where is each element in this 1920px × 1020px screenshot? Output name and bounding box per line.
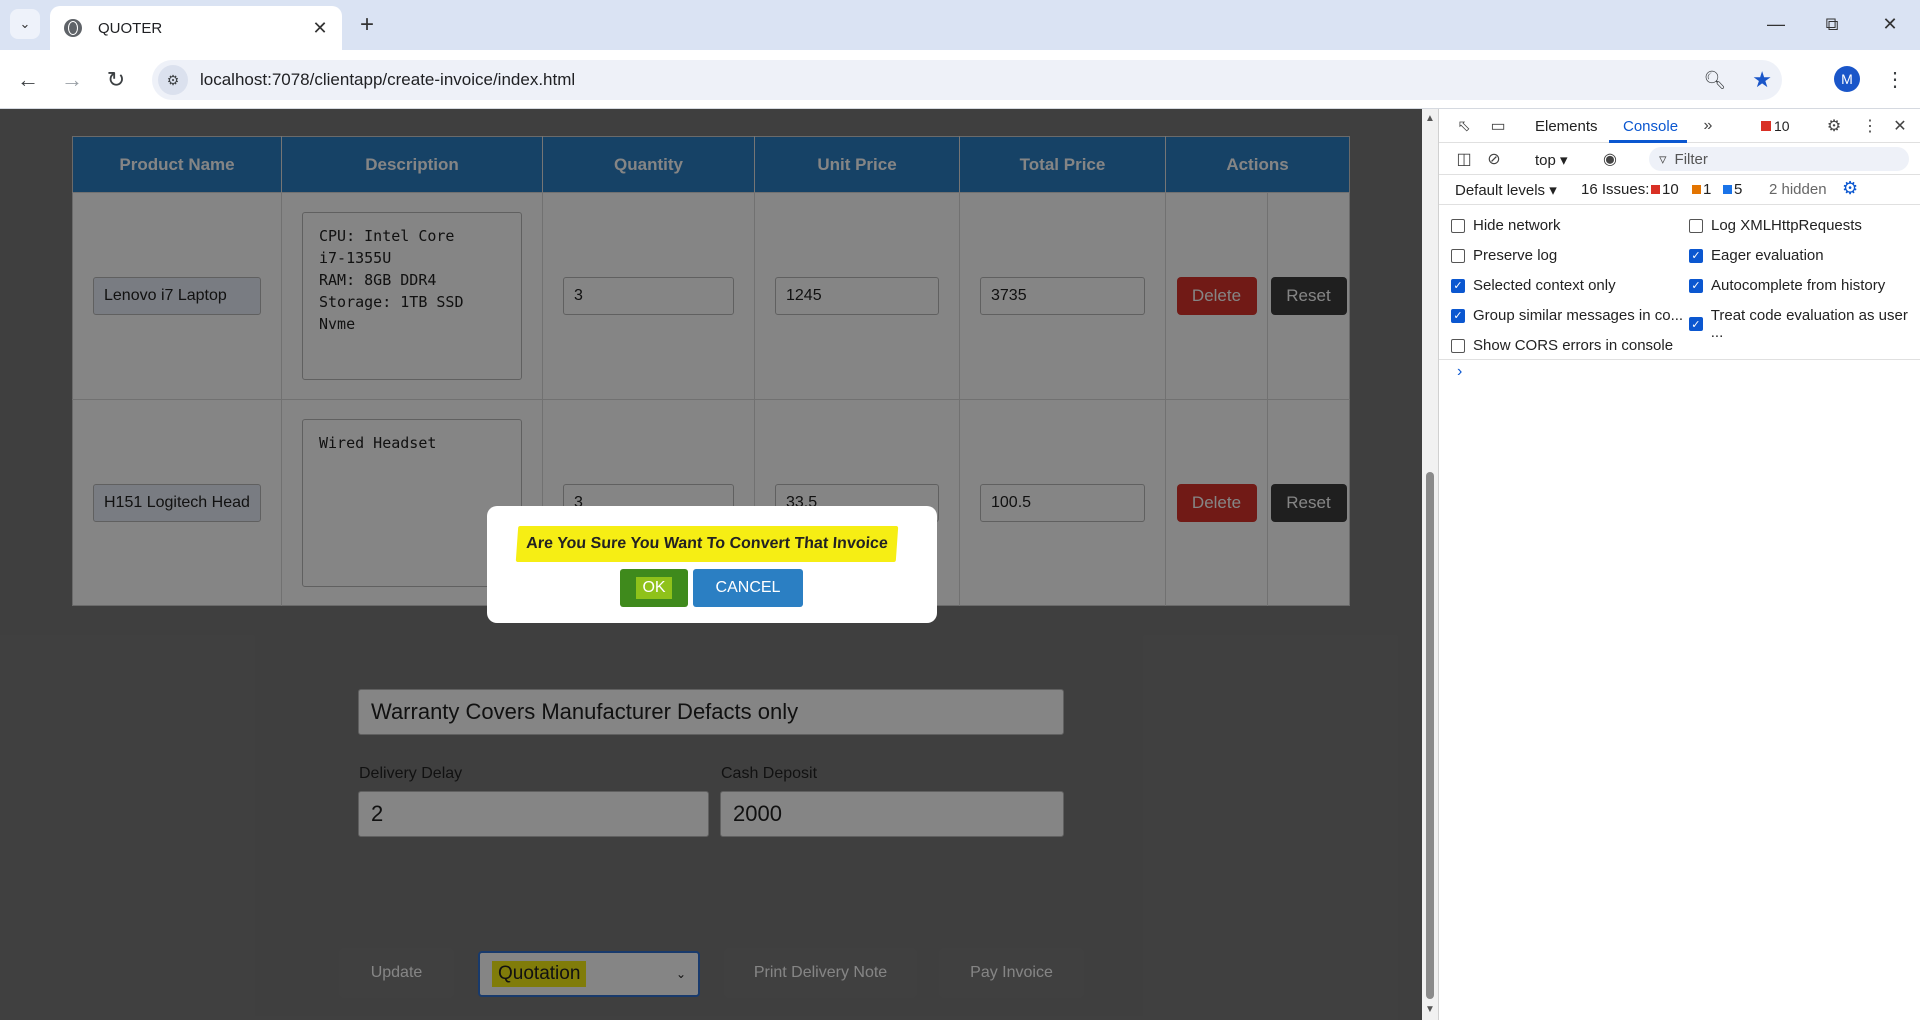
tab-elements[interactable]: Elements bbox=[1535, 118, 1598, 135]
setting-label: Hide network bbox=[1473, 217, 1561, 234]
settings-gear-icon[interactable]: ⚙ bbox=[1823, 115, 1845, 137]
checkbox-unchecked-icon[interactable] bbox=[1451, 218, 1465, 233]
context-value: top bbox=[1535, 152, 1556, 169]
devtools-menu-kebab-icon[interactable]: ⋮ bbox=[1859, 115, 1881, 137]
url-text[interactable]: localhost:7078/clientapp/create-invoice/… bbox=[200, 70, 1703, 90]
checkbox-checked-icon[interactable]: ✓ bbox=[1451, 278, 1465, 293]
checkbox-checked-icon[interactable]: ✓ bbox=[1451, 308, 1465, 323]
new-tab-plus-icon[interactable]: + bbox=[352, 10, 382, 40]
left-setting-4[interactable]: Show CORS errors in console bbox=[1451, 337, 1673, 354]
page-scrollbar[interactable]: ▲ ▼ bbox=[1422, 109, 1438, 1020]
checkbox-unchecked-icon[interactable] bbox=[1451, 338, 1465, 353]
device-toolbar-icon[interactable]: ▭ bbox=[1487, 115, 1509, 137]
browser-tab-strip: ⌄ QUOTER ✕ + — ⧉ ✕ bbox=[0, 0, 1920, 50]
ok-label: OK bbox=[636, 577, 672, 599]
console-prompt-chevron-icon[interactable]: › bbox=[1457, 363, 1462, 381]
left-setting-0[interactable]: Hide network bbox=[1451, 217, 1561, 234]
confirm-dialog: Are You Sure You Want To Convert That In… bbox=[487, 506, 937, 623]
setting-label: Preserve log bbox=[1473, 247, 1558, 264]
cancel-button[interactable]: CANCEL bbox=[693, 569, 803, 607]
right-setting-1[interactable]: ✓ Eager evaluation bbox=[1689, 247, 1824, 264]
checkbox-unchecked-icon[interactable] bbox=[1451, 248, 1465, 263]
log-levels-value: Default levels bbox=[1455, 182, 1546, 199]
checkbox-checked-icon[interactable]: ✓ bbox=[1689, 317, 1703, 331]
tab-console[interactable]: Console bbox=[1623, 118, 1678, 135]
issues-errors[interactable]: 10 bbox=[1651, 181, 1679, 198]
scroll-up-arrow-icon[interactable]: ▲ bbox=[1425, 113, 1435, 124]
devtools-panel: ⬁ ▭ Elements Console » 10 ⚙ ⋮ ✕ ◫ ⊘ top … bbox=[1438, 109, 1920, 1020]
browser-tab[interactable]: QUOTER ✕ bbox=[50, 6, 342, 50]
browser-toolbar: ← → ↻ ⚙ localhost:7078/clientapp/create-… bbox=[0, 50, 1920, 109]
tab-search-chevron-icon[interactable]: ⌄ bbox=[10, 9, 40, 39]
warning-icon bbox=[1692, 185, 1701, 194]
error-count-badge[interactable]: 10 bbox=[1761, 118, 1790, 134]
setting-label: Show CORS errors in console bbox=[1473, 337, 1674, 354]
tab-title: QUOTER bbox=[98, 19, 163, 37]
forward-arrow-icon[interactable]: → bbox=[56, 64, 88, 96]
left-setting-1[interactable]: Preserve log bbox=[1451, 247, 1557, 264]
close-devtools-icon[interactable]: ✕ bbox=[1889, 115, 1911, 137]
checkbox-checked-icon[interactable]: ✓ bbox=[1689, 278, 1703, 293]
bookmark-star-icon[interactable]: ★ bbox=[1752, 67, 1772, 93]
info-icon bbox=[1723, 185, 1732, 194]
issues-info[interactable]: 5 bbox=[1723, 181, 1742, 198]
scrollbar-thumb[interactable] bbox=[1426, 472, 1434, 999]
close-tab-icon[interactable]: ✕ bbox=[308, 16, 332, 40]
issues-warnings[interactable]: 1 bbox=[1692, 181, 1711, 198]
dialog-message: Are You Sure You Want To Convert That In… bbox=[515, 526, 899, 562]
globe-icon bbox=[64, 19, 82, 37]
checkbox-unchecked-icon[interactable] bbox=[1689, 218, 1703, 233]
context-selector[interactable]: top ▾ bbox=[1535, 151, 1568, 169]
scroll-down-arrow-icon[interactable]: ▼ bbox=[1425, 1004, 1435, 1015]
close-window-icon[interactable]: ✕ bbox=[1870, 8, 1910, 40]
hidden-count: 2 hidden bbox=[1769, 181, 1827, 198]
filter-placeholder: Filter bbox=[1674, 150, 1708, 168]
page-content: Product Name Description Quantity Unit P… bbox=[0, 109, 1422, 1020]
zoom-magnifier-icon[interactable]: 🔍︎ bbox=[1703, 70, 1726, 91]
back-arrow-icon[interactable]: ← bbox=[12, 64, 44, 96]
right-setting-0[interactable]: Log XMLHttpRequests bbox=[1689, 217, 1862, 234]
console-settings-gear-icon[interactable]: ⚙ bbox=[1842, 178, 1858, 199]
devtools-tab-bar: ⬁ ▭ Elements Console » 10 ⚙ ⋮ ✕ bbox=[1439, 109, 1920, 143]
reload-icon[interactable]: ↻ bbox=[100, 64, 132, 96]
console-filter-input[interactable]: ▿ Filter bbox=[1649, 147, 1909, 171]
inspect-element-icon[interactable]: ⬁ bbox=[1453, 115, 1475, 137]
live-expression-eye-icon[interactable]: ◉ bbox=[1599, 148, 1621, 170]
setting-label: Treat code evaluation as user ... bbox=[1710, 307, 1908, 341]
right-setting-2[interactable]: ✓ Autocomplete from history bbox=[1689, 277, 1885, 294]
browser-menu-kebab-icon[interactable]: ⋮ bbox=[1880, 64, 1910, 94]
setting-label: Eager evaluation bbox=[1711, 247, 1824, 264]
left-setting-2[interactable]: ✓ Selected context only bbox=[1451, 277, 1616, 294]
error-icon bbox=[1651, 185, 1660, 194]
clear-console-icon[interactable]: ⊘ bbox=[1483, 148, 1505, 170]
restore-window-icon[interactable]: ⧉ bbox=[1812, 8, 1852, 40]
console-divider bbox=[1439, 359, 1920, 360]
left-setting-3[interactable]: ✓ Group similar messages in co... bbox=[1451, 307, 1683, 324]
error-icon bbox=[1761, 121, 1771, 131]
minimize-icon[interactable]: — bbox=[1756, 8, 1796, 40]
setting-label: Selected context only bbox=[1473, 277, 1616, 294]
checkbox-checked-icon[interactable]: ✓ bbox=[1689, 248, 1703, 263]
setting-label: Log XMLHttpRequests bbox=[1711, 217, 1862, 234]
profile-avatar[interactable]: M bbox=[1834, 66, 1860, 92]
sidebar-toggle-icon[interactable]: ◫ bbox=[1453, 148, 1475, 170]
right-setting-3[interactable]: ✓ Treat code evaluation as user ... bbox=[1689, 307, 1920, 341]
ok-button[interactable]: OK bbox=[620, 569, 688, 607]
issues-label[interactable]: 16 Issues: bbox=[1581, 181, 1649, 198]
more-tabs-chevrons-icon[interactable]: » bbox=[1697, 115, 1719, 137]
error-count: 10 bbox=[1774, 118, 1790, 134]
filter-icon: ▿ bbox=[1659, 151, 1667, 168]
site-settings-icon[interactable]: ⚙ bbox=[158, 65, 188, 95]
address-bar[interactable]: ⚙ localhost:7078/clientapp/create-invoic… bbox=[152, 60, 1782, 100]
console-toolbar: ◫ ⊘ top ▾ ◉ ▿ Filter bbox=[1439, 143, 1920, 175]
log-levels-dropdown[interactable]: Default levels ▾ bbox=[1455, 181, 1557, 199]
setting-label: Group similar messages in co... bbox=[1473, 307, 1684, 324]
setting-label: Autocomplete from history bbox=[1711, 277, 1886, 294]
console-levels-bar: Default levels ▾ 16 Issues: 10 1 5 2 hid… bbox=[1439, 175, 1920, 205]
